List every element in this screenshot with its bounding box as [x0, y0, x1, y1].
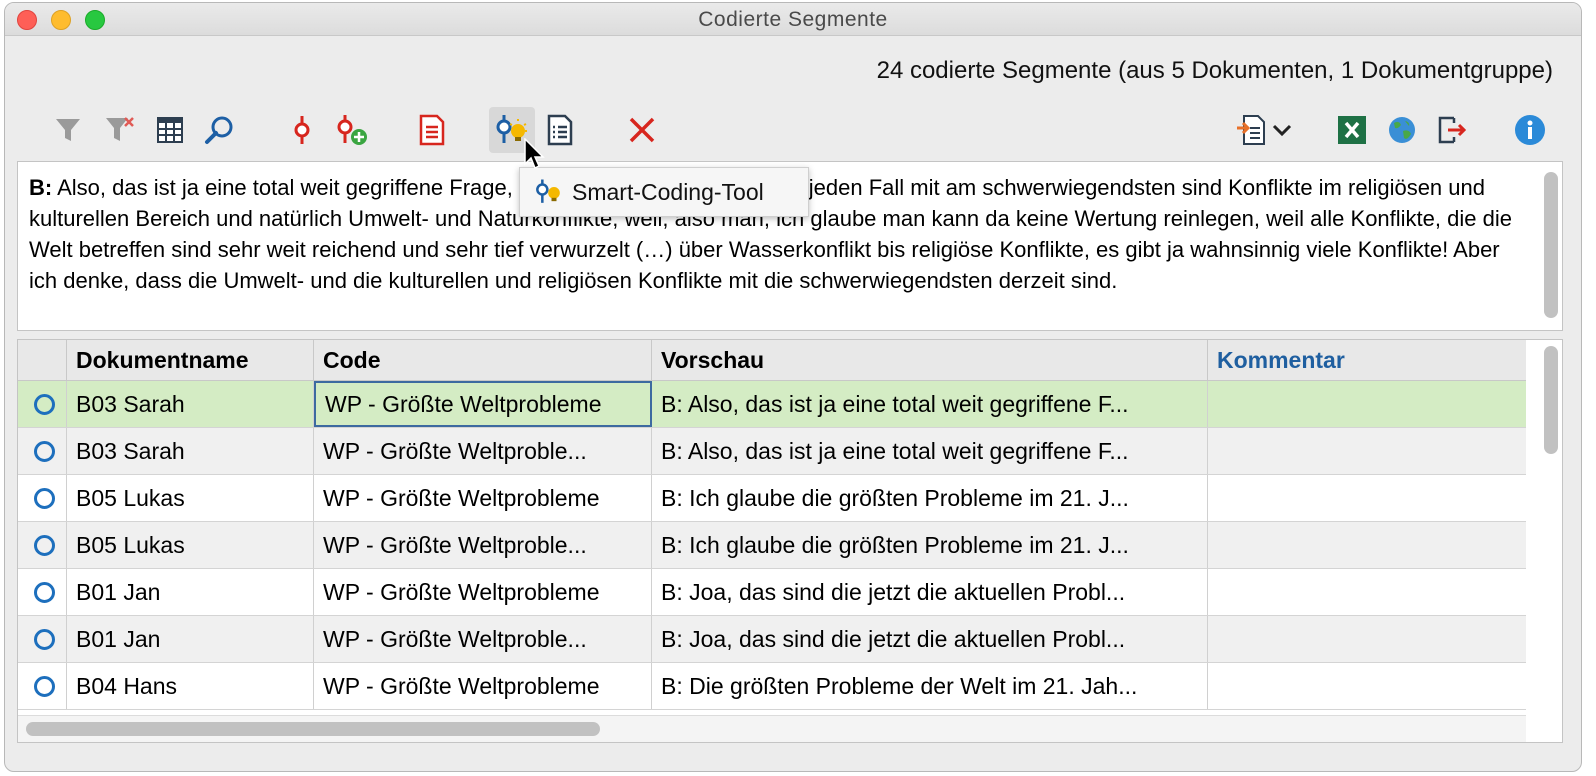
cell-status[interactable] [18, 663, 67, 709]
info-button[interactable] [1507, 107, 1553, 153]
cell-dokumentname[interactable]: B05 Lukas [67, 475, 314, 521]
cell-code[interactable]: WP - Größte Weltprobleme [314, 663, 652, 709]
document-icon [418, 114, 446, 146]
cell-dokumentname[interactable]: B03 Sarah [67, 428, 314, 474]
table-row[interactable]: B03 Sarah WP - Größte Weltproble... B: Als… [18, 428, 1526, 475]
toolbar [17, 105, 1577, 159]
cell-kommentar[interactable] [1208, 569, 1526, 615]
cell-vorschau[interactable]: B: Also, das ist ja eine total weit gegr… [652, 428, 1208, 474]
segments-table: Dokumentname Code Vorschau Kommentar B03… [17, 339, 1563, 743]
cell-code[interactable]: WP - Größte Weltproble... [314, 616, 652, 662]
cell-status[interactable] [18, 569, 67, 615]
column-header-kommentar[interactable]: Kommentar [1208, 340, 1526, 380]
status-circle-icon[interactable] [34, 535, 55, 556]
globe-icon [1387, 115, 1417, 145]
table-vertical-scrollbar[interactable] [1544, 346, 1558, 454]
cell-code[interactable]: WP - Größte Weltproble... [314, 522, 652, 568]
segment-count-summary: 24 codierte Segmente (aus 5 Dokumenten, … [876, 57, 1553, 84]
html-export-button[interactable] [1379, 107, 1425, 153]
cell-code[interactable]: WP - Größte Weltprobleme [314, 381, 652, 427]
cell-code[interactable]: WP - Größte Weltproble... [314, 428, 652, 474]
exit-button[interactable] [1429, 107, 1475, 153]
cell-kommentar[interactable] [1208, 663, 1526, 709]
column-header-vorschau[interactable]: Vorschau [652, 340, 1208, 380]
cell-kommentar[interactable] [1208, 428, 1526, 474]
table-row[interactable]: B04 Hans WP - Größte Weltprobleme B: Die g… [18, 663, 1526, 710]
cell-status[interactable] [18, 475, 67, 521]
status-circle-icon[interactable] [34, 676, 55, 697]
filter-icon [54, 116, 82, 144]
table-row[interactable]: B03 Sarah WP - Größte Weltprobleme B: Also… [18, 381, 1526, 428]
cell-code[interactable]: WP - Größte Weltprobleme [314, 569, 652, 615]
cell-vorschau[interactable]: B: Joa, das sind die jetzt die aktuellen… [652, 616, 1208, 662]
mouse-pointer-icon [524, 137, 546, 177]
table-row[interactable]: B05 Lukas WP - Größte Weltprobleme B: Ich … [18, 475, 1526, 522]
export-icon [1236, 114, 1268, 146]
table-body: B03 Sarah WP - Größte Weltprobleme B: Also… [18, 381, 1526, 710]
table-row[interactable]: B01 Jan WP - Größte Weltproble... B: Joa, … [18, 616, 1526, 663]
cell-dokumentname[interactable]: B03 Sarah [67, 381, 314, 427]
clear-filter-icon [104, 115, 136, 145]
excel-icon [1337, 115, 1367, 145]
cell-dokumentname[interactable]: B01 Jan [67, 569, 314, 615]
smart-coding-tool-tooltip: Smart-Coding-Tool [519, 167, 809, 217]
column-header-dokumentname[interactable]: Dokumentname [67, 340, 314, 380]
filter-button[interactable] [45, 107, 91, 153]
cell-kommentar[interactable] [1208, 522, 1526, 568]
info-icon [1513, 113, 1547, 147]
exit-icon [1436, 114, 1468, 146]
delete-button[interactable] [619, 107, 665, 153]
title-bar[interactable]: Codierte Segmente [5, 3, 1581, 36]
clear-filter-button[interactable] [97, 107, 143, 153]
cell-vorschau[interactable]: B: Also, das ist ja eine total weit gegr… [652, 381, 1208, 427]
cell-vorschau[interactable]: B: Die größten Probleme der Welt im 21. … [652, 663, 1208, 709]
status-circle-icon[interactable] [34, 441, 55, 462]
columns-button[interactable] [147, 107, 193, 153]
columns-icon [156, 116, 184, 144]
code-icon [290, 114, 314, 146]
export-dropdown-button[interactable] [1267, 107, 1297, 153]
cell-dokumentname[interactable]: B05 Lukas [67, 522, 314, 568]
list-icon [546, 114, 574, 146]
cell-kommentar[interactable] [1208, 616, 1526, 662]
delete-icon [628, 116, 656, 144]
document-button[interactable] [409, 107, 455, 153]
status-circle-icon[interactable] [34, 629, 55, 650]
status-circle-icon[interactable] [34, 488, 55, 509]
cell-dokumentname[interactable]: B04 Hans [67, 663, 314, 709]
search-icon [204, 114, 236, 146]
tooltip-label: Smart-Coding-Tool [572, 178, 764, 205]
cell-status[interactable] [18, 428, 67, 474]
add-code-icon [334, 113, 370, 147]
code-button[interactable] [279, 107, 325, 153]
column-header-code[interactable]: Code [314, 340, 652, 380]
table-horizontal-scrollbar[interactable] [18, 715, 1526, 742]
cell-kommentar[interactable] [1208, 381, 1526, 427]
cell-vorschau[interactable]: B: Ich glaube die größten Probleme im 21… [652, 475, 1208, 521]
smart-coding-tool-icon [534, 177, 564, 207]
cell-status[interactable] [18, 616, 67, 662]
cell-dokumentname[interactable]: B01 Jan [67, 616, 314, 662]
window-title: Codierte Segmente [698, 8, 888, 31]
status-circle-icon[interactable] [34, 394, 55, 415]
horizontal-scroll-thumb[interactable] [26, 722, 600, 736]
search-button[interactable] [197, 107, 243, 153]
add-code-button[interactable] [329, 107, 375, 153]
speaker-label: B: [29, 175, 53, 200]
cell-kommentar[interactable] [1208, 475, 1526, 521]
cell-status[interactable] [18, 381, 67, 427]
cell-status[interactable] [18, 522, 67, 568]
cell-vorschau[interactable]: B: Ich glaube die größten Probleme im 21… [652, 522, 1208, 568]
status-circle-icon[interactable] [34, 582, 55, 603]
excel-export-button[interactable] [1329, 107, 1375, 153]
cell-vorschau[interactable]: B: Joa, das sind die jetzt die aktuellen… [652, 569, 1208, 615]
dropdown-chevron-icon [1271, 122, 1293, 138]
table-row[interactable]: B05 Lukas WP - Größte Weltproble... B: Ich… [18, 522, 1526, 569]
table-header: Dokumentname Code Vorschau Kommentar [18, 340, 1526, 381]
text-vertical-scrollbar[interactable] [1544, 172, 1558, 318]
column-header-status[interactable] [18, 340, 67, 380]
table-row[interactable]: B01 Jan WP - Größte Weltprobleme B: Joa, d… [18, 569, 1526, 616]
codierte-segmente-window: Codierte Segmente 24 codierte Segmente (… [4, 2, 1582, 772]
cell-code[interactable]: WP - Größte Weltprobleme [314, 475, 652, 521]
